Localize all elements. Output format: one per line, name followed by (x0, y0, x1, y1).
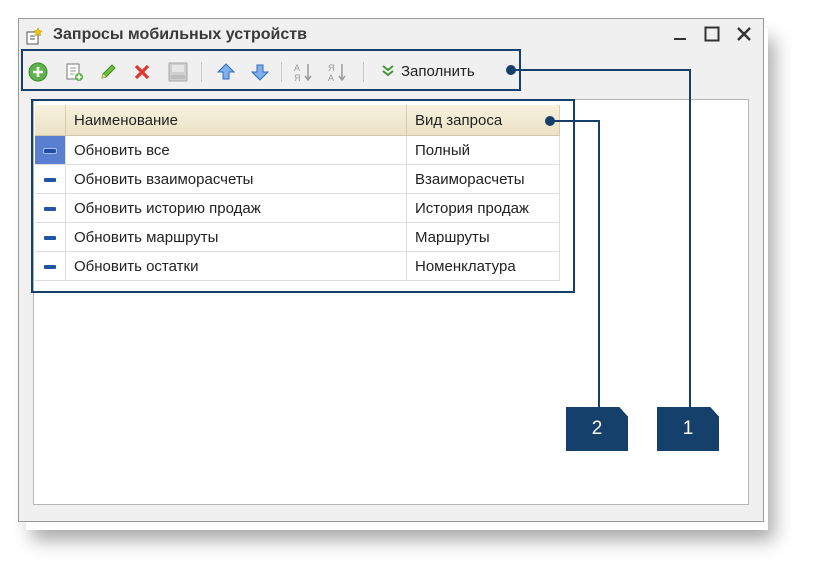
maximize-icon (704, 26, 720, 42)
title-bar[interactable]: Запросы мобильных устройств (19, 19, 763, 51)
document-star-icon (26, 27, 43, 45)
callout-badge-1: 1 (657, 407, 719, 451)
dialog-window: Запросы мобильных устройств А Я Я А Запо… (18, 18, 764, 522)
callout-line-1 (511, 69, 691, 71)
callout-line-2 (550, 120, 600, 122)
callout-line-1 (689, 69, 691, 409)
callout-frame-table (31, 99, 575, 293)
callout-line-2 (598, 120, 600, 409)
minimize-icon (674, 38, 686, 40)
close-icon (737, 27, 751, 41)
close-button[interactable] (733, 23, 755, 45)
window-title: Запросы мобильных устройств (53, 26, 307, 43)
callout-badge-2: 2 (566, 407, 628, 451)
minimize-button[interactable] (669, 23, 691, 45)
maximize-button[interactable] (701, 23, 723, 45)
callout-frame-toolbar (21, 49, 521, 91)
